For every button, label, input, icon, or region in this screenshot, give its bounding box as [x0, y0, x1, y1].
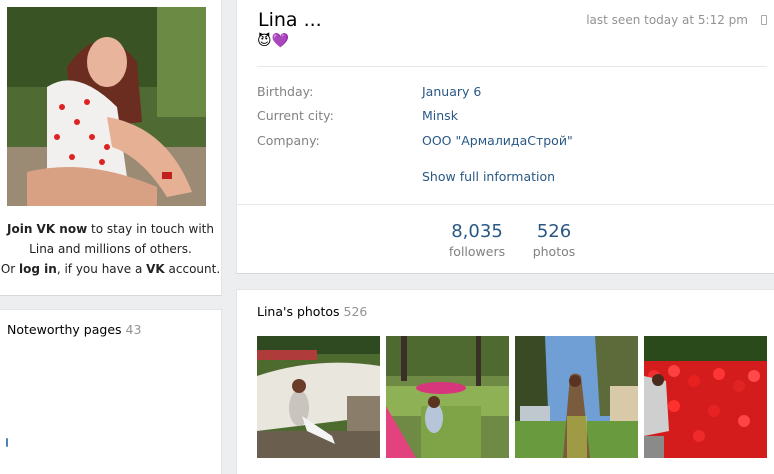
- if-text: , if you have a: [56, 262, 147, 276]
- city-value[interactable]: Minsk: [422, 108, 458, 123]
- show-full-info-link[interactable]: Show full information: [422, 169, 555, 184]
- company-label: Company:: [257, 133, 320, 148]
- photo-image: [257, 336, 380, 458]
- profile-avatar[interactable]: [7, 7, 206, 206]
- profile-status-emoji: 😈💜: [257, 33, 290, 49]
- vk-text: VK: [146, 262, 165, 276]
- phone-icon: [761, 15, 767, 25]
- divider: [237, 204, 774, 205]
- noteworthy-pages-card: Noteworthy pages 43: [0, 310, 221, 474]
- avatar-photo: [7, 7, 206, 206]
- photos-label: photos: [532, 244, 576, 259]
- noteworthy-pages-count: 43: [125, 322, 142, 337]
- noteworthy-pages-label: Noteworthy pages: [7, 322, 122, 337]
- join-prompt: Join VK now to stay in touch with Lina a…: [0, 219, 221, 279]
- last-seen-status: last seen today at 5:12 pm: [586, 13, 748, 27]
- photos-counter[interactable]: 526 photos: [521, 221, 587, 261]
- login-link[interactable]: log in: [19, 262, 57, 276]
- photo-thumbnail[interactable]: [386, 336, 509, 458]
- join-line2: Lina and millions of others.: [29, 242, 192, 256]
- birthday-value[interactable]: January 6: [422, 84, 481, 99]
- photos-title-count: 526: [343, 304, 368, 319]
- photos-header[interactable]: Lina's photos 526: [257, 304, 367, 319]
- account-text: account.: [164, 262, 221, 276]
- photo-image: [386, 336, 509, 458]
- company-value[interactable]: ООО "АрмалидаСтрой": [422, 133, 573, 148]
- photos-count: 526: [536, 221, 572, 242]
- photo-thumbnail[interactable]: [644, 336, 767, 458]
- photos-title: Lina's photos: [257, 304, 340, 319]
- photo-image: [644, 336, 767, 458]
- photo-image: [515, 336, 638, 458]
- birthday-label: Birthday:: [257, 84, 314, 99]
- or-text: Or: [0, 262, 20, 276]
- profile-info-card: Lina ... 😈💜 last seen today at 5:12 pm B…: [237, 0, 774, 273]
- photos-card: Lina's photos 526: [237, 290, 774, 474]
- divider: [257, 66, 767, 67]
- join-rest-text: to stay in touch with: [87, 222, 214, 236]
- page-item-marker: [6, 438, 8, 447]
- profile-name: Lina ...: [258, 9, 322, 31]
- profile-sidebar: Join VK now to stay in touch with Lina a…: [0, 0, 221, 295]
- photo-thumbnail[interactable]: [515, 336, 638, 458]
- noteworthy-pages-header[interactable]: Noteworthy pages 43: [7, 322, 141, 337]
- join-link[interactable]: Join VK now: [7, 222, 87, 236]
- city-label: Current city:: [257, 108, 334, 123]
- followers-counter[interactable]: 8,035 followers: [442, 221, 512, 261]
- photo-thumbnail[interactable]: [257, 336, 380, 458]
- followers-count: 8,035: [451, 221, 503, 242]
- followers-label: followers: [448, 244, 506, 259]
